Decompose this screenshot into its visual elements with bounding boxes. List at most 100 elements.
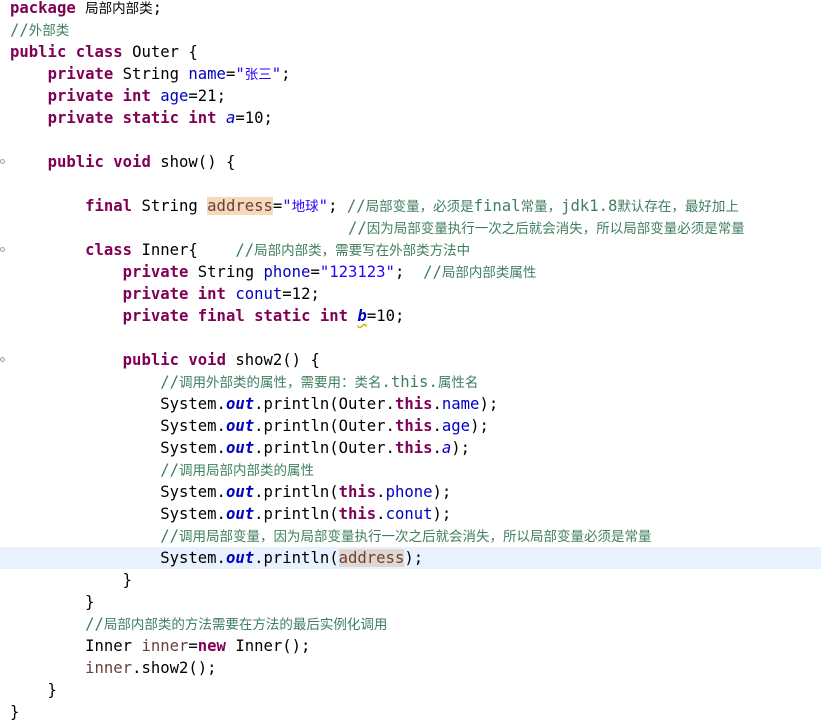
code-line[interactable]: private int age=21; — [0, 85, 821, 107]
code-line[interactable]: public class Outer { — [0, 41, 821, 63]
fold-toggle-icon[interactable] — [0, 357, 5, 362]
code-token: class — [85, 241, 133, 259]
code-line[interactable]: final String address="地球"; //局部变量，必须是fin… — [0, 195, 821, 217]
code-token: // — [160, 461, 179, 479]
fold-toggle-icon[interactable] — [0, 159, 5, 164]
code-token: show() { — [150, 153, 236, 171]
code-token: conut — [235, 285, 283, 303]
code-token: } — [10, 703, 20, 721]
code-line[interactable]: private final static int b=10; — [0, 305, 821, 327]
code-editor[interactable]: package 局部内部类;//外部类 public class Outer { … — [0, 0, 821, 724]
code-text: //调用局部变量，因为局部变量执行一次之后就会消失，所以局部变量必须是常量 — [10, 525, 651, 548]
code-line[interactable] — [0, 129, 821, 151]
fold-toggle-icon[interactable] — [0, 247, 5, 252]
code-line[interactable]: private static int a=10; — [0, 107, 821, 129]
code-token: Inner — [10, 637, 142, 655]
code-text: inner.show2(); — [10, 657, 216, 679]
code-token: conut — [385, 505, 433, 523]
code-line[interactable]: public void show2() { — [0, 349, 821, 371]
code-token: Outer { — [122, 43, 198, 61]
code-line[interactable]: } — [0, 701, 821, 723]
current-code-line[interactable]: System.out.println(address); — [0, 547, 821, 569]
code-line[interactable]: class Inner{ //局部内部类，需要写在外部类方法中 — [0, 239, 821, 261]
code-line[interactable]: inner.show2(); — [0, 657, 821, 679]
code-line[interactable]: //因为局部变量执行一次之后就会消失，所以局部变量必须是常量 — [0, 217, 821, 239]
code-token: 局部内部类，需要写在外部类方法中 — [254, 243, 471, 259]
code-line[interactable] — [0, 173, 821, 195]
code-token: String — [188, 263, 264, 281]
code-token: int — [319, 307, 349, 325]
code-token: Inner{ — [132, 241, 236, 259]
code-line[interactable]: System.out.println(this.conut); — [0, 503, 821, 525]
code-line[interactable]: } — [0, 569, 821, 591]
code-line[interactable]: //调用局部内部类的属性 — [0, 459, 821, 481]
code-line[interactable]: package 局部内部类; — [0, 0, 821, 19]
code-token: 张三 — [244, 67, 272, 83]
code-token: ); — [451, 439, 471, 457]
code-token: 属性名 — [437, 375, 479, 391]
code-token: ); — [479, 395, 499, 413]
code-token: "123123" — [319, 263, 395, 281]
code-token: ; — [281, 65, 291, 83]
code-line[interactable]: //局部内部类的方法需要在方法的最后实例化调用 — [0, 613, 821, 635]
code-token: public — [47, 153, 104, 171]
code-line[interactable]: System.out.println(this.phone); — [0, 481, 821, 503]
code-token: final — [85, 197, 133, 215]
code-token: private — [47, 87, 114, 105]
code-token: } — [10, 571, 133, 589]
code-token: =10; — [366, 307, 405, 325]
code-token: 默认存在，最好加上 — [617, 199, 739, 215]
code-token: inner — [141, 637, 189, 655]
code-token: public — [122, 351, 180, 369]
code-token: this — [394, 439, 433, 457]
code-line[interactable]: System.out.println(Outer.this.name); — [0, 393, 821, 415]
code-token: phone — [263, 263, 311, 281]
code-token: age — [160, 87, 189, 105]
code-token: int — [188, 109, 217, 127]
code-line[interactable]: System.out.println(Outer.this.a); — [0, 437, 821, 459]
code-token: 地球 — [291, 199, 319, 215]
code-token: final — [197, 307, 245, 325]
code-token: . — [432, 417, 442, 435]
code-token: private — [47, 65, 114, 83]
code-line[interactable]: private String phone="123123"; //局部内部类属性 — [0, 261, 821, 283]
code-line[interactable]: private String name="张三"; — [0, 63, 821, 85]
code-token: =12; — [282, 285, 320, 303]
code-token: 局部内部类的方法需要在方法的最后实例化调用 — [103, 617, 388, 633]
code-line[interactable]: } — [0, 679, 821, 701]
code-line[interactable]: Inner inner=new Inner(); — [0, 635, 821, 657]
code-line[interactable] — [0, 327, 821, 349]
code-line[interactable]: } — [0, 591, 821, 613]
code-token: a — [225, 109, 236, 127]
code-text: } — [10, 701, 19, 723]
code-token: a — [441, 439, 452, 457]
code-line[interactable]: //调用局部变量，因为局部变量执行一次之后就会消失，所以局部变量必须是常量 — [0, 525, 821, 547]
code-text: //调用外部类的属性，需要用：类名.this.属性名 — [10, 371, 478, 394]
code-token: " — [318, 197, 329, 215]
code-line[interactable]: private int conut=12; — [0, 283, 821, 305]
code-token: name — [441, 395, 480, 413]
code-token: int — [122, 87, 151, 105]
code-line[interactable]: //外部类 — [0, 19, 821, 41]
code-text: private String phone="123123"; //局部内部类属性 — [10, 261, 537, 284]
code-token: b — [357, 307, 367, 325]
code-token: " — [282, 197, 292, 215]
code-token: . — [376, 483, 386, 501]
code-text: private int age=21; — [10, 85, 226, 107]
code-line[interactable]: //调用外部类的属性，需要用：类名.this.属性名 — [0, 371, 821, 393]
code-token: final — [473, 197, 521, 215]
code-token: private — [122, 307, 189, 325]
code-token: 外部类 — [28, 23, 70, 39]
code-token: new — [197, 637, 226, 655]
code-line[interactable]: public void show() { — [0, 151, 821, 173]
code-line[interactable]: System.out.println(Outer.this.age); — [0, 415, 821, 437]
code-token: =10; — [235, 109, 273, 127]
code-text: final String address="地球"; //局部变量，必须是fin… — [10, 195, 739, 218]
